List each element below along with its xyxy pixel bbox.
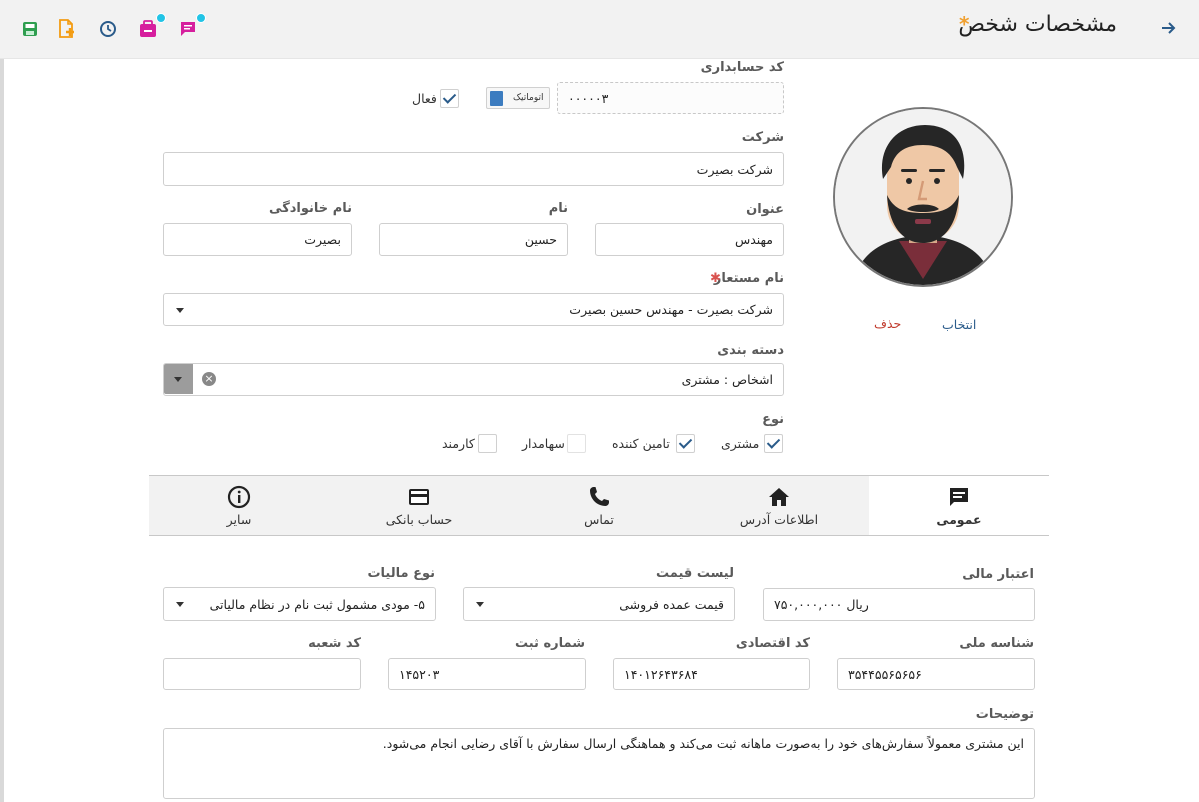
economic-code-input[interactable]: ۱۴۰۱۲۶۴۳۶۸۴ bbox=[613, 658, 810, 690]
credit-input[interactable]: ریال ۷۵۰,۰۰۰,۰۰۰ bbox=[763, 588, 1035, 621]
auto-code-button[interactable]: اتوماتیک bbox=[486, 87, 550, 109]
type-customer-label: مشتری bbox=[721, 436, 760, 451]
type-shareholder-checkbox[interactable] bbox=[567, 434, 586, 453]
category-dropdown-button[interactable] bbox=[164, 364, 193, 394]
tab-bank-account-label: حساب بانکی bbox=[385, 512, 453, 527]
home-icon bbox=[769, 488, 789, 506]
tab-bar: عمومی اطلاعات آدرس تماس حساب بانکی سایر bbox=[149, 475, 1049, 536]
branch-code-label: کد شعبه bbox=[308, 636, 361, 651]
info-icon bbox=[227, 485, 251, 509]
tax-type-label: نوع مالیات bbox=[367, 566, 435, 581]
alias-selected-value: شرکت بصیرت - مهندس حسین بصیرت bbox=[569, 302, 773, 317]
save-icon[interactable] bbox=[20, 18, 40, 40]
chevron-down-icon bbox=[476, 602, 484, 607]
first-name-label: نام bbox=[548, 201, 568, 216]
clear-icon[interactable]: × bbox=[202, 372, 216, 386]
tab-bank-account[interactable]: حساب بانکی bbox=[329, 476, 509, 535]
auto-code-color-swatch bbox=[490, 91, 503, 106]
chevron-down-icon bbox=[176, 308, 184, 313]
accounting-code-field[interactable]: ۰۰۰۰۰۳ bbox=[557, 82, 784, 114]
category-label: دسته بندی bbox=[717, 343, 784, 358]
chevron-down-icon bbox=[176, 602, 184, 607]
select-photo-link[interactable]: انتخاب bbox=[942, 317, 976, 332]
last-name-input-text[interactable] bbox=[174, 232, 341, 247]
history-icon[interactable] bbox=[99, 18, 119, 40]
company-input[interactable] bbox=[163, 152, 784, 186]
messages-icon[interactable] bbox=[179, 13, 206, 40]
credit-card-icon bbox=[409, 489, 429, 505]
national-id-value: ۳۵۴۴۵۵۶۵۶۵۶ bbox=[848, 666, 922, 682]
tab-address-label: اطلاعات آدرس bbox=[739, 512, 819, 527]
accounting-code-value: ۰۰۰۰۰۳ bbox=[568, 90, 609, 106]
auto-code-label: اتوماتیک bbox=[513, 93, 544, 103]
tab-general[interactable]: عمومی bbox=[869, 476, 1049, 535]
company-input-text[interactable] bbox=[174, 161, 773, 177]
comment-icon bbox=[950, 488, 968, 506]
type-employee-checkbox[interactable] bbox=[478, 434, 497, 453]
national-id-input[interactable]: ۳۵۴۴۵۵۶۵۶۵۶ bbox=[837, 658, 1035, 690]
notification-badge bbox=[156, 13, 166, 23]
tab-other-label: سایر bbox=[226, 512, 252, 527]
active-checkbox[interactable] bbox=[440, 89, 459, 108]
notes-text: این مشتری معمولاً سفارش‌های خود را به‌صو… bbox=[382, 736, 1024, 751]
category-selected-value: اشخاص : مشتری bbox=[681, 372, 773, 387]
pricelist-label: لیست قیمت bbox=[656, 566, 734, 581]
page-title: مشخصات شخص bbox=[958, 12, 1117, 37]
credit-value: ریال ۷۵۰,۰۰۰,۰۰۰ bbox=[774, 597, 869, 612]
tab-other[interactable]: سایر bbox=[149, 476, 329, 535]
type-label: نوع bbox=[762, 412, 784, 427]
chevron-down-icon bbox=[174, 377, 182, 382]
back-arrow-icon[interactable] bbox=[1158, 18, 1178, 38]
type-customer-checkbox[interactable] bbox=[764, 434, 783, 453]
registration-number-input[interactable]: ۱۴۵۲۰۳ bbox=[388, 658, 586, 690]
alias-label: نام مستعار bbox=[713, 271, 784, 286]
tab-contact[interactable]: تماس bbox=[509, 476, 689, 535]
last-name-input[interactable] bbox=[163, 223, 352, 256]
title-label: عنوان bbox=[746, 202, 784, 217]
add-document-icon[interactable] bbox=[58, 18, 78, 40]
notes-label: توضیحات bbox=[975, 707, 1034, 722]
tasks-icon[interactable] bbox=[139, 13, 166, 40]
active-label: فعال bbox=[412, 91, 437, 106]
person-avatar bbox=[833, 107, 1013, 287]
credit-label: اعتبار مالی bbox=[962, 567, 1034, 582]
first-name-input[interactable] bbox=[379, 223, 568, 256]
economic-code-label: کد اقتصادی bbox=[735, 636, 810, 651]
type-employee-label: کارمند bbox=[442, 436, 475, 451]
title-input[interactable] bbox=[595, 223, 784, 256]
last-name-label: نام خانوادگی bbox=[269, 201, 352, 216]
type-supplier-checkbox[interactable] bbox=[676, 434, 695, 453]
tax-type-selected-value: ۵- مودی مشمول ثبت نام در نظام مالیاتی bbox=[209, 596, 425, 612]
branch-code-input[interactable] bbox=[163, 658, 361, 690]
left-edge-rule bbox=[0, 0, 4, 802]
registration-number-label: شماره ثبت bbox=[514, 636, 585, 651]
first-name-input-text[interactable] bbox=[390, 232, 557, 247]
tab-general-label: عمومی bbox=[936, 512, 982, 527]
tab-address[interactable]: اطلاعات آدرس bbox=[689, 476, 869, 535]
company-label: شرکت bbox=[741, 130, 784, 145]
header-bar: * مشخصات شخص bbox=[0, 0, 1199, 59]
notification-badge bbox=[196, 13, 206, 23]
tax-type-select[interactable]: ۵- مودی مشمول ثبت نام در نظام مالیاتی bbox=[163, 587, 436, 621]
required-mark: ✱ bbox=[710, 271, 721, 286]
category-combo[interactable]: اشخاص : مشتری bbox=[163, 363, 784, 396]
pricelist-select[interactable]: قیمت عمده فروشی bbox=[463, 587, 735, 621]
pricelist-selected-value: قیمت عمده فروشی bbox=[619, 596, 724, 612]
economic-code-value: ۱۴۰۱۲۶۴۳۶۸۴ bbox=[624, 666, 698, 682]
type-shareholder-label: سهامدار bbox=[522, 436, 565, 451]
accounting-code-label: کد حسابداری bbox=[700, 60, 784, 75]
alias-select[interactable]: شرکت بصیرت - مهندس حسین بصیرت bbox=[163, 293, 784, 326]
tab-contact-label: تماس bbox=[584, 512, 614, 527]
phone-icon bbox=[590, 487, 609, 506]
type-supplier-label: تامین کننده bbox=[612, 436, 670, 451]
notes-textarea[interactable]: این مشتری معمولاً سفارش‌های خود را به‌صو… bbox=[163, 728, 1035, 799]
registration-number-value: ۱۴۵۲۰۳ bbox=[399, 666, 440, 682]
national-id-label: شناسه ملی bbox=[959, 636, 1034, 651]
delete-photo-link[interactable]: حذف bbox=[874, 316, 901, 331]
title-input-text[interactable] bbox=[606, 232, 773, 247]
